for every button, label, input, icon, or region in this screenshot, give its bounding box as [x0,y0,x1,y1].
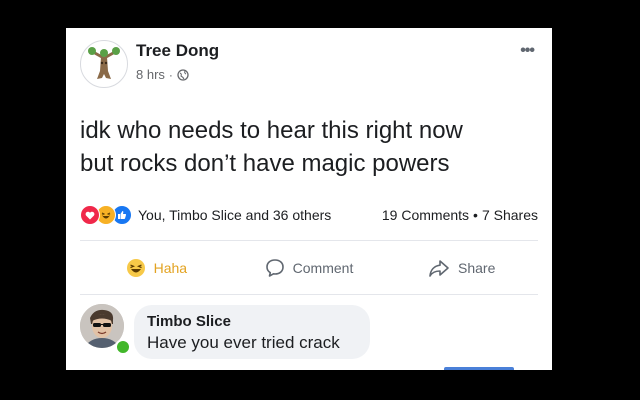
divider [80,240,538,241]
comments-count[interactable]: 19 Comments [382,207,469,223]
comment-author[interactable]: Timbo Slice [147,313,231,330]
comment-bubble: Timbo Slice Have you ever tried crack [134,305,370,359]
love-icon [80,205,100,225]
comment-button[interactable]: Comment [233,250,386,286]
partially-visible-button[interactable] [444,367,514,370]
haha-label: Haha [153,260,188,276]
haha-button[interactable]: Haha [80,250,233,286]
share-label: Share [458,260,496,276]
globe-icon [177,68,189,81]
author-avatar[interactable] [80,40,128,88]
post-time[interactable]: 8 hrs [136,67,165,82]
engagement-counts: 19 Comments • 7 Shares [382,207,538,223]
reactions-label: You, Timbo Slice and 36 others [138,207,332,223]
post-meta: 8 hrs · [136,67,189,82]
reactions-summary[interactable]: You, Timbo Slice and 36 others [80,205,331,225]
comment-icon [265,259,284,277]
tree-avatar-icon [88,47,120,79]
shares-count[interactable]: 7 Shares [482,207,538,223]
share-icon [429,260,449,277]
post-text-line: but rocks don’t have magic powers [80,150,450,177]
post-author[interactable]: Tree Dong [136,41,219,61]
more-options-button[interactable]: ••• [520,42,535,60]
online-status-indicator [115,339,131,355]
comment-label: Comment [292,260,354,276]
comment-text: Have you ever tried crack [147,333,340,352]
haha-icon [126,259,145,277]
divider [80,294,538,295]
share-button[interactable]: Share [385,250,538,286]
post-card: Tree Dong 8 hrs · ••• idk who needs to h… [66,28,552,370]
counts-separator: • [473,207,478,223]
post-text-line: idk who needs to hear this right now [80,117,463,144]
meta-separator: · [168,67,173,82]
post-text: idk who needs to hear this right now but… [80,114,540,180]
action-bar: Haha Comment Share [80,250,538,286]
